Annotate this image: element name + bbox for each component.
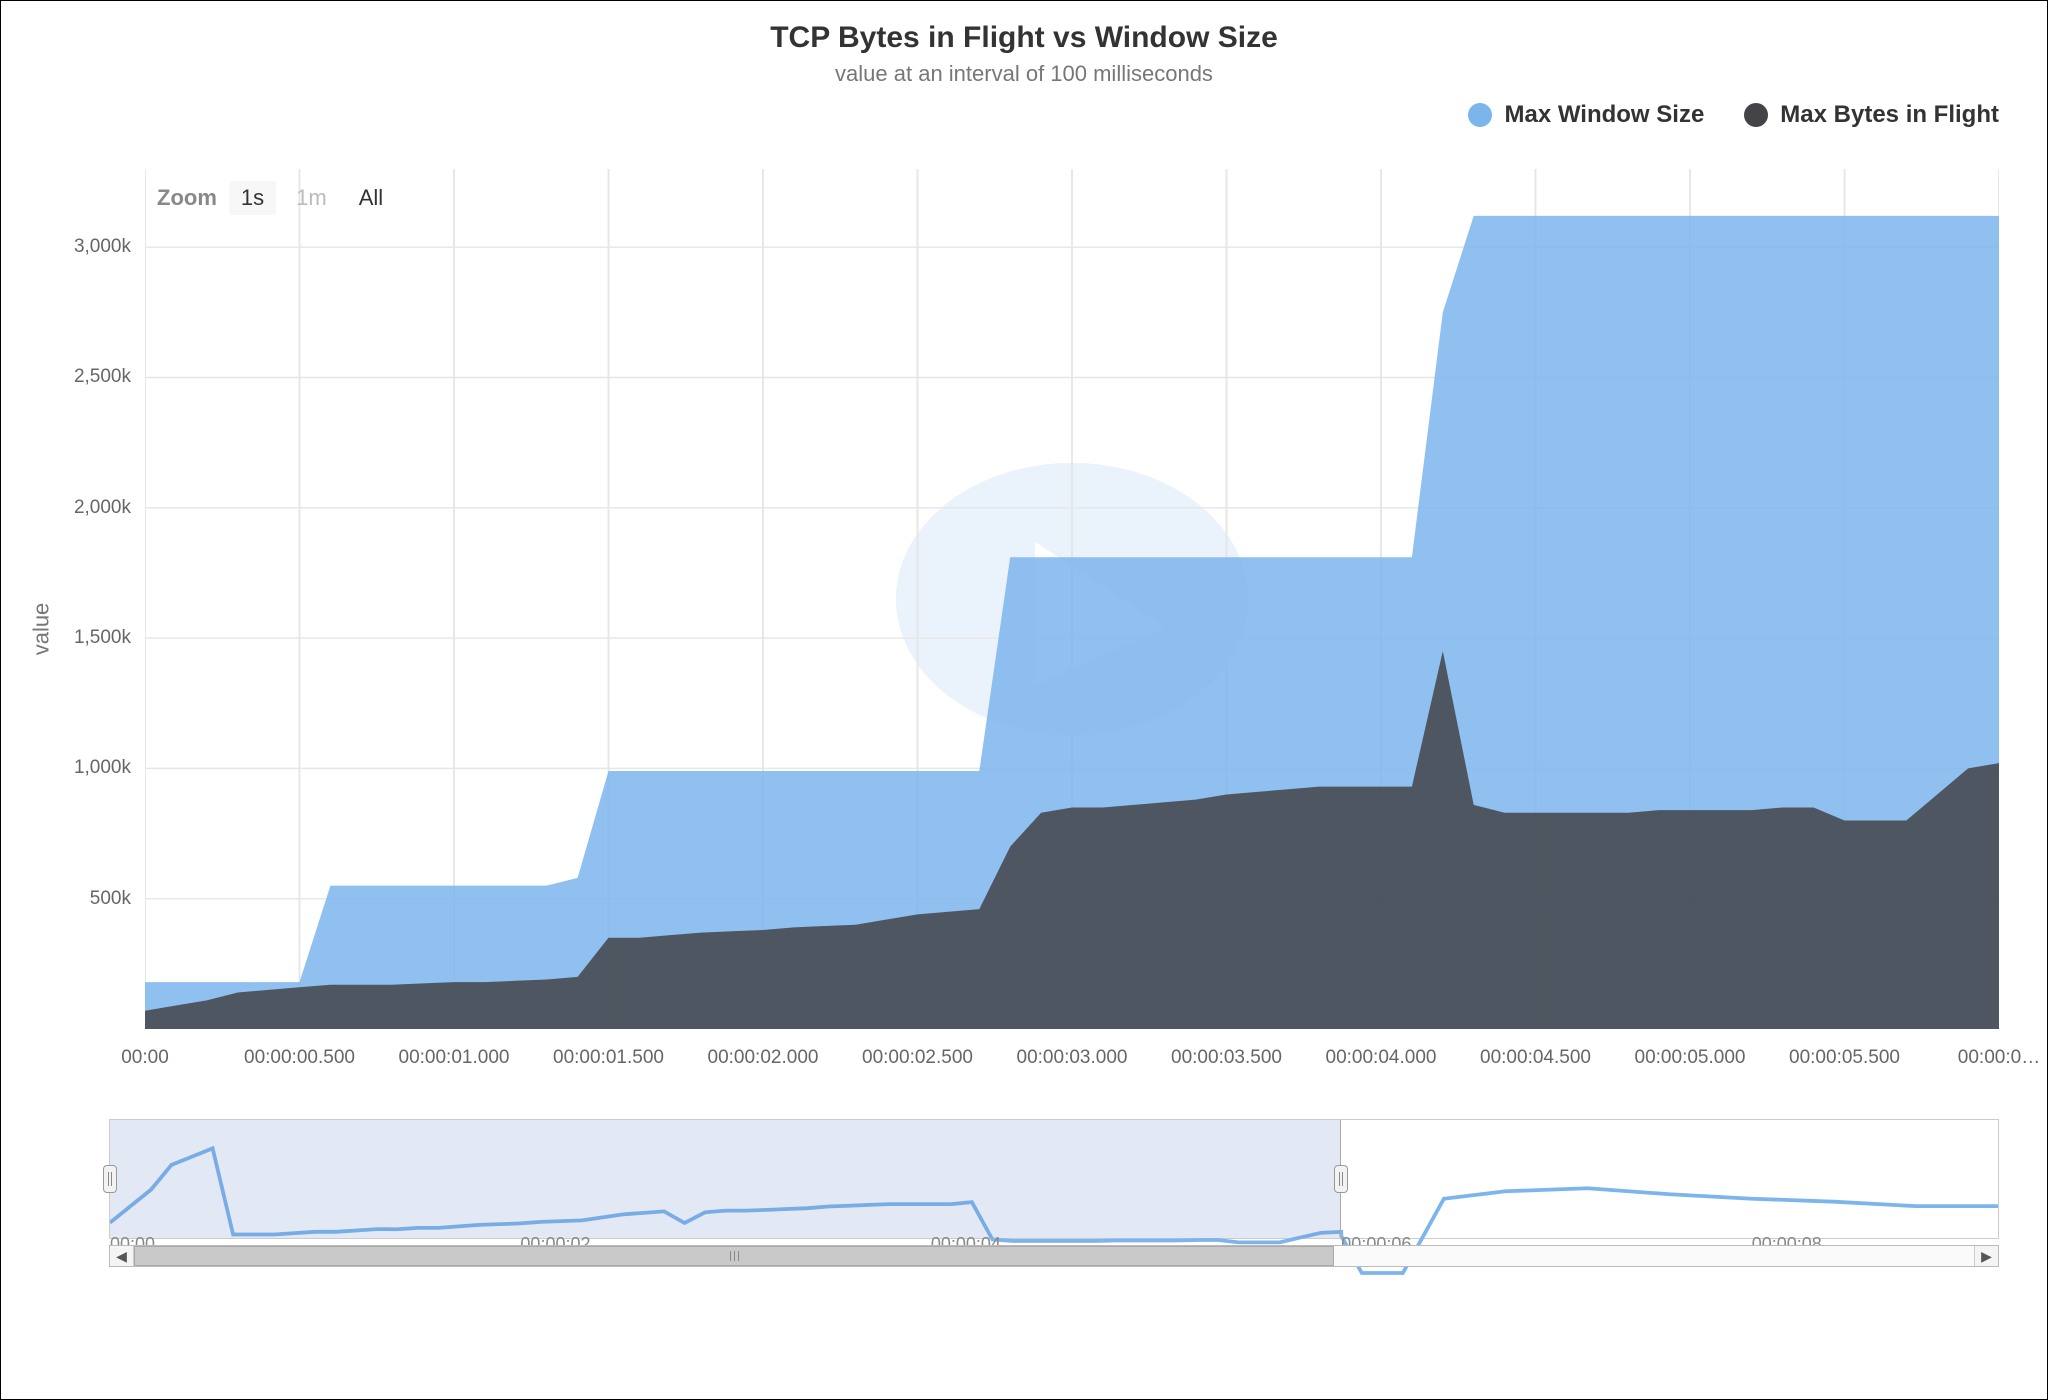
zoom-controls: Zoom 1s 1m All (157, 181, 395, 215)
zoom-1m-button[interactable]: 1m (284, 181, 339, 215)
navigator-selection[interactable] (110, 1120, 1341, 1238)
scrollbar-thumb[interactable] (134, 1246, 1334, 1266)
chart-title: TCP Bytes in Flight vs Window Size (25, 21, 2023, 55)
x-axis-ticks: 00:0000:00:00.50000:00:01.00000:00:01.50… (145, 1039, 1999, 1089)
range-navigator[interactable]: 00:0000:00:0200:00:0400:00:0600:00:08 (109, 1119, 1999, 1239)
legend: Max Window Size Max Bytes in Flight (25, 101, 2023, 129)
legend-item-window[interactable]: Max Window Size (1468, 101, 1704, 129)
circle-icon (1744, 103, 1768, 127)
scroll-right-button[interactable]: ▶ (1974, 1246, 1998, 1266)
scrollbar-track[interactable] (134, 1246, 1974, 1266)
navigator-scrollbar[interactable]: ◀ ▶ (109, 1245, 1999, 1267)
chart-subtitle: value at an interval of 100 milliseconds (25, 61, 2023, 87)
zoom-1s-button[interactable]: 1s (229, 181, 276, 215)
zoom-label: Zoom (157, 185, 217, 211)
navigator-handle-right[interactable] (1334, 1165, 1348, 1193)
legend-label: Max Bytes in Flight (1780, 101, 1999, 129)
legend-label: Max Window Size (1504, 101, 1704, 129)
circle-icon (1468, 103, 1492, 127)
chart-plot-area[interactable] (145, 169, 1999, 1029)
legend-item-bytes[interactable]: Max Bytes in Flight (1744, 101, 1999, 129)
scroll-left-button[interactable]: ◀ (110, 1246, 134, 1266)
y-axis-ticks: 500k1,000k1,500k2,000k2,500k3,000k (25, 169, 137, 1029)
navigator-handle-left[interactable] (103, 1165, 117, 1193)
zoom-all-button[interactable]: All (347, 181, 395, 215)
